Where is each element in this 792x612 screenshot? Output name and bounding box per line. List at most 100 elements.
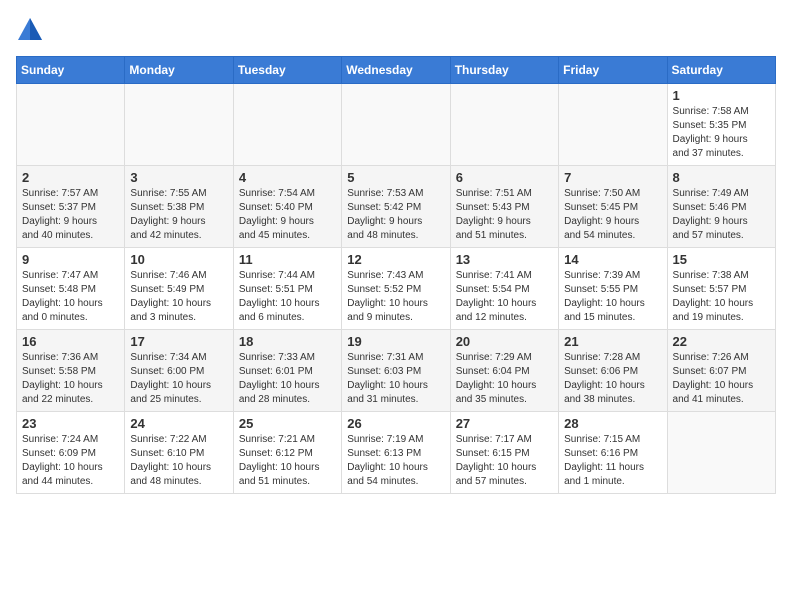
day-header-sunday: Sunday — [17, 57, 125, 84]
calendar-cell: 24 Sunrise: 7:22 AM Sunset: 6:10 PM Dayli… — [125, 412, 233, 494]
calendar-cell: 19 Sunrise: 7:31 AM Sunset: 6:03 PM Dayli… — [342, 330, 450, 412]
day-number: 21 — [564, 334, 661, 349]
calendar-cell: 23Sunrise: 7:24 AM Sunset: 6:09 PM Dayli… — [17, 412, 125, 494]
day-number: 18 — [239, 334, 336, 349]
calendar-cell: 1 Sunrise: 7:58 AM Sunset: 5:35 PM Daylig… — [667, 84, 775, 166]
day-info: Sunrise: 7:15 AM Sunset: 6:16 PM Dayligh… — [564, 433, 661, 489]
calendar-week-row: 1 Sunrise: 7:58 AM Sunset: 5:35 PM Daylig… — [17, 84, 776, 166]
day-info: Sunrise: 7:36 AM Sunset: 5:58 PM Dayligh… — [22, 351, 119, 407]
calendar-cell: 5 Sunrise: 7:53 AM Sunset: 5:42 PM Daylig… — [342, 166, 450, 248]
day-number: 7 — [564, 170, 661, 185]
calendar-cell — [342, 84, 450, 166]
calendar-cell: 3 Sunrise: 7:55 AM Sunset: 5:38 PM Daylig… — [125, 166, 233, 248]
day-number: 9 — [22, 252, 119, 267]
day-header-wednesday: Wednesday — [342, 57, 450, 84]
day-number: 20 — [456, 334, 553, 349]
page-header — [16, 16, 776, 44]
calendar-cell — [450, 84, 558, 166]
day-number: 27 — [456, 416, 553, 431]
day-number: 23 — [22, 416, 119, 431]
calendar-cell: 20 Sunrise: 7:29 AM Sunset: 6:04 PM Dayli… — [450, 330, 558, 412]
day-info: Sunrise: 7:17 AM Sunset: 6:15 PM Dayligh… — [456, 433, 553, 489]
calendar-cell: 8Sunrise: 7:49 AM Sunset: 5:46 PM Daylig… — [667, 166, 775, 248]
day-info: Sunrise: 7:21 AM Sunset: 6:12 PM Dayligh… — [239, 433, 336, 489]
day-info: Sunrise: 7:22 AM Sunset: 6:10 PM Dayligh… — [130, 433, 227, 489]
day-number: 5 — [347, 170, 444, 185]
logo-icon — [16, 16, 44, 44]
calendar-cell: 27 Sunrise: 7:17 AM Sunset: 6:15 PM Dayli… — [450, 412, 558, 494]
day-info: Sunrise: 7:47 AM Sunset: 5:48 PM Dayligh… — [22, 269, 119, 325]
day-info: Sunrise: 7:44 AM Sunset: 5:51 PM Dayligh… — [239, 269, 336, 325]
day-number: 26 — [347, 416, 444, 431]
day-number: 16 — [22, 334, 119, 349]
calendar-cell: 7 Sunrise: 7:50 AM Sunset: 5:45 PM Daylig… — [559, 166, 667, 248]
calendar-cell: 26 Sunrise: 7:19 AM Sunset: 6:13 PM Dayli… — [342, 412, 450, 494]
calendar-table: SundayMondayTuesdayWednesdayThursdayFrid… — [16, 56, 776, 494]
calendar-cell: 16 Sunrise: 7:36 AM Sunset: 5:58 PM Dayli… — [17, 330, 125, 412]
day-info: Sunrise: 7:55 AM Sunset: 5:38 PM Dayligh… — [130, 187, 227, 243]
calendar-cell: 11 Sunrise: 7:44 AM Sunset: 5:51 PM Dayli… — [233, 248, 341, 330]
day-number: 24 — [130, 416, 227, 431]
calendar-cell: 17 Sunrise: 7:34 AM Sunset: 6:00 PM Dayli… — [125, 330, 233, 412]
calendar-cell — [125, 84, 233, 166]
calendar-cell — [667, 412, 775, 494]
calendar-cell: 15 Sunrise: 7:38 AM Sunset: 5:57 PM Dayli… — [667, 248, 775, 330]
day-header-thursday: Thursday — [450, 57, 558, 84]
calendar-cell — [233, 84, 341, 166]
calendar-cell: 22 Sunrise: 7:26 AM Sunset: 6:07 PM Dayli… — [667, 330, 775, 412]
day-info: Sunrise: 7:38 AM Sunset: 5:57 PM Dayligh… — [673, 269, 770, 325]
calendar-week-row: 9 Sunrise: 7:47 AM Sunset: 5:48 PM Daylig… — [17, 248, 776, 330]
day-number: 15 — [673, 252, 770, 267]
day-info: Sunrise: 7:54 AM Sunset: 5:40 PM Dayligh… — [239, 187, 336, 243]
day-info: Sunrise: 7:26 AM Sunset: 6:07 PM Dayligh… — [673, 351, 770, 407]
calendar-cell: 28 Sunrise: 7:15 AM Sunset: 6:16 PM Dayli… — [559, 412, 667, 494]
calendar-header-row: SundayMondayTuesdayWednesdayThursdayFrid… — [17, 57, 776, 84]
day-number: 19 — [347, 334, 444, 349]
calendar-cell: 18 Sunrise: 7:33 AM Sunset: 6:01 PM Dayli… — [233, 330, 341, 412]
calendar-week-row: 2Sunrise: 7:57 AM Sunset: 5:37 PM Daylig… — [17, 166, 776, 248]
calendar-cell: 10 Sunrise: 7:46 AM Sunset: 5:49 PM Dayli… — [125, 248, 233, 330]
logo — [16, 16, 48, 44]
calendar-week-row: 16 Sunrise: 7:36 AM Sunset: 5:58 PM Dayli… — [17, 330, 776, 412]
day-header-tuesday: Tuesday — [233, 57, 341, 84]
day-info: Sunrise: 7:53 AM Sunset: 5:42 PM Dayligh… — [347, 187, 444, 243]
calendar-cell: 2Sunrise: 7:57 AM Sunset: 5:37 PM Daylig… — [17, 166, 125, 248]
day-number: 22 — [673, 334, 770, 349]
day-info: Sunrise: 7:57 AM Sunset: 5:37 PM Dayligh… — [22, 187, 119, 243]
day-info: Sunrise: 7:46 AM Sunset: 5:49 PM Dayligh… — [130, 269, 227, 325]
day-info: Sunrise: 7:43 AM Sunset: 5:52 PM Dayligh… — [347, 269, 444, 325]
calendar-cell: 6Sunrise: 7:51 AM Sunset: 5:43 PM Daylig… — [450, 166, 558, 248]
day-info: Sunrise: 7:19 AM Sunset: 6:13 PM Dayligh… — [347, 433, 444, 489]
day-number: 17 — [130, 334, 227, 349]
day-number: 14 — [564, 252, 661, 267]
day-info: Sunrise: 7:58 AM Sunset: 5:35 PM Dayligh… — [673, 105, 770, 161]
calendar-cell: 13 Sunrise: 7:41 AM Sunset: 5:54 PM Dayli… — [450, 248, 558, 330]
day-info: Sunrise: 7:50 AM Sunset: 5:45 PM Dayligh… — [564, 187, 661, 243]
day-number: 28 — [564, 416, 661, 431]
calendar-cell: 4 Sunrise: 7:54 AM Sunset: 5:40 PM Daylig… — [233, 166, 341, 248]
calendar-cell: 25Sunrise: 7:21 AM Sunset: 6:12 PM Dayli… — [233, 412, 341, 494]
day-header-friday: Friday — [559, 57, 667, 84]
day-info: Sunrise: 7:29 AM Sunset: 6:04 PM Dayligh… — [456, 351, 553, 407]
day-number: 11 — [239, 252, 336, 267]
calendar-cell — [17, 84, 125, 166]
calendar-week-row: 23Sunrise: 7:24 AM Sunset: 6:09 PM Dayli… — [17, 412, 776, 494]
day-info: Sunrise: 7:28 AM Sunset: 6:06 PM Dayligh… — [564, 351, 661, 407]
day-number: 1 — [673, 88, 770, 103]
day-header-saturday: Saturday — [667, 57, 775, 84]
calendar-cell: 9 Sunrise: 7:47 AM Sunset: 5:48 PM Daylig… — [17, 248, 125, 330]
day-info: Sunrise: 7:34 AM Sunset: 6:00 PM Dayligh… — [130, 351, 227, 407]
day-number: 13 — [456, 252, 553, 267]
day-info: Sunrise: 7:33 AM Sunset: 6:01 PM Dayligh… — [239, 351, 336, 407]
day-number: 6 — [456, 170, 553, 185]
day-number: 3 — [130, 170, 227, 185]
day-number: 8 — [673, 170, 770, 185]
calendar-cell — [559, 84, 667, 166]
day-info: Sunrise: 7:41 AM Sunset: 5:54 PM Dayligh… — [456, 269, 553, 325]
calendar-cell: 12 Sunrise: 7:43 AM Sunset: 5:52 PM Dayli… — [342, 248, 450, 330]
calendar-cell: 14Sunrise: 7:39 AM Sunset: 5:55 PM Dayli… — [559, 248, 667, 330]
day-info: Sunrise: 7:31 AM Sunset: 6:03 PM Dayligh… — [347, 351, 444, 407]
day-number: 12 — [347, 252, 444, 267]
day-number: 10 — [130, 252, 227, 267]
day-number: 4 — [239, 170, 336, 185]
